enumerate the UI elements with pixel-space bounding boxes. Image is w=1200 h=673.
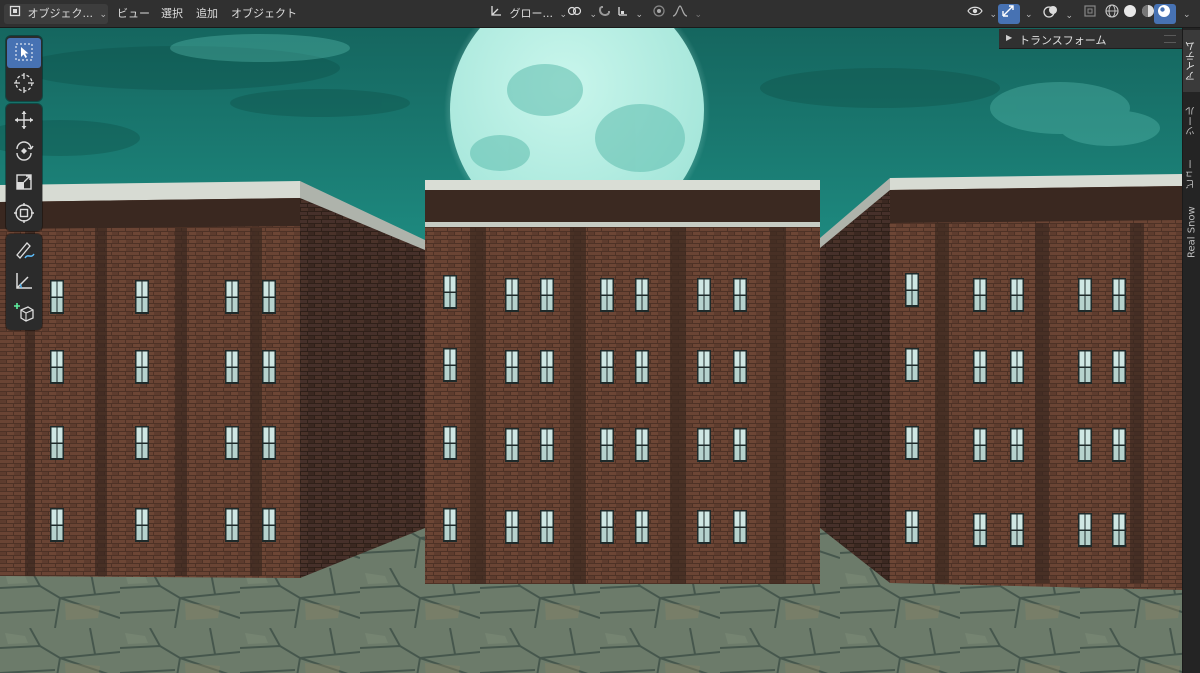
3d-viewport[interactable] <box>0 28 1182 673</box>
overlays-toggle[interactable]: ⌄ <box>1038 4 1078 24</box>
xray-toggle[interactable] <box>1078 4 1102 24</box>
tab-item[interactable]: アイテム <box>1183 30 1200 92</box>
chevron-down-icon: ⌄ <box>989 10 998 20</box>
proportional-circle-icon <box>653 4 665 24</box>
move-arrows-icon <box>13 109 35 134</box>
cursor-tool[interactable] <box>7 69 41 99</box>
gizmo-toggle[interactable] <box>998 4 1020 24</box>
chevron-down-icon: ⌄ <box>1025 10 1033 20</box>
snap-target-selector[interactable]: ⌄ <box>612 4 648 24</box>
transform-panel-header[interactable]: ▶ トランスフォーム <box>999 29 1182 49</box>
measure-ruler-icon <box>13 270 35 295</box>
transform-icon <box>13 202 35 227</box>
wireframe-sphere-icon <box>1105 4 1119 25</box>
chevron-down-icon: ⌄ <box>1183 10 1191 20</box>
orientation-label: グロー... <box>509 7 554 20</box>
add-cube-tool[interactable] <box>7 298 41 328</box>
falloff-selector[interactable]: ⌄ <box>667 4 707 24</box>
gizmo-arrows-icon <box>1001 4 1015 25</box>
tab-tool[interactable]: ツール <box>1183 94 1200 148</box>
eye-icon <box>967 4 983 24</box>
menu-object[interactable]: オブジェクト <box>226 4 302 24</box>
chevron-down-icon: ⌄ <box>635 10 644 20</box>
move-tool[interactable] <box>7 106 41 136</box>
tool-group-transform <box>6 104 42 231</box>
rendered-scene <box>0 28 1182 673</box>
viewport-header: オブジェク... ⌄ ビュー 選択 追加 オブジェクト グロー... ⌄ ⌄ ⌄ <box>0 0 1200 28</box>
material-sphere-icon <box>1141 4 1155 25</box>
chevron-right-icon: ▶ <box>1006 33 1013 42</box>
shading-rendered-button[interactable] <box>1154 4 1176 24</box>
shading-dropdown[interactable]: ⌄ <box>1178 4 1193 24</box>
select-box-tool[interactable] <box>7 38 41 68</box>
falloff-curve-icon <box>672 4 688 24</box>
3d-cursor-icon <box>13 72 35 97</box>
object-visibility-button[interactable]: ⌄ <box>962 4 1002 24</box>
transform-orientation-selector[interactable]: グロー... ⌄ <box>484 4 572 24</box>
magnet-icon <box>598 4 612 25</box>
tab-real-snow[interactable]: Real Snow <box>1183 200 1200 264</box>
tool-group-annotate <box>6 234 42 330</box>
sidebar-tabs: アイテム ツール ビュー Real Snow <box>1182 28 1200 673</box>
chevron-down-icon: ⌄ <box>694 10 703 20</box>
select-cursor-icon <box>14 42 34 65</box>
solid-sphere-icon <box>1123 4 1137 25</box>
pivot-link-icon <box>567 4 583 24</box>
panel-title: トランスフォーム <box>1019 34 1107 47</box>
orientation-axis-icon <box>489 4 503 24</box>
chevron-down-icon: ⌄ <box>99 10 108 20</box>
scale-tool[interactable] <box>7 168 41 198</box>
add-cube-icon <box>13 301 35 326</box>
drag-grip-icon[interactable] <box>1164 35 1176 43</box>
annotate-pen-icon <box>13 239 35 264</box>
snap-increment-icon <box>617 4 629 24</box>
gizmo-dropdown[interactable]: ⌄ <box>1020 4 1035 24</box>
rotate-icon <box>13 140 35 165</box>
rotate-tool[interactable] <box>7 137 41 167</box>
menu-select[interactable]: 選択 <box>156 4 188 24</box>
menu-add[interactable]: 追加 <box>191 4 223 24</box>
chevron-down-icon: ⌄ <box>1065 10 1074 21</box>
object-mode-icon <box>9 4 21 24</box>
overlay-circles-icon <box>1043 4 1059 25</box>
mode-selector[interactable]: オブジェク... ⌄ <box>4 4 108 24</box>
scale-icon <box>14 172 34 195</box>
transform-tool[interactable] <box>7 199 41 229</box>
xray-icon <box>1083 4 1097 25</box>
annotate-tool[interactable] <box>7 236 41 266</box>
menu-view[interactable]: ビュー <box>112 4 155 24</box>
mode-label: オブジェク... <box>27 7 94 20</box>
tool-shelf <box>6 36 42 333</box>
rendered-sphere-icon <box>1157 4 1171 25</box>
measure-tool[interactable] <box>7 267 41 297</box>
tab-view[interactable]: ビュー <box>1183 150 1200 198</box>
tool-group-select <box>6 36 42 101</box>
